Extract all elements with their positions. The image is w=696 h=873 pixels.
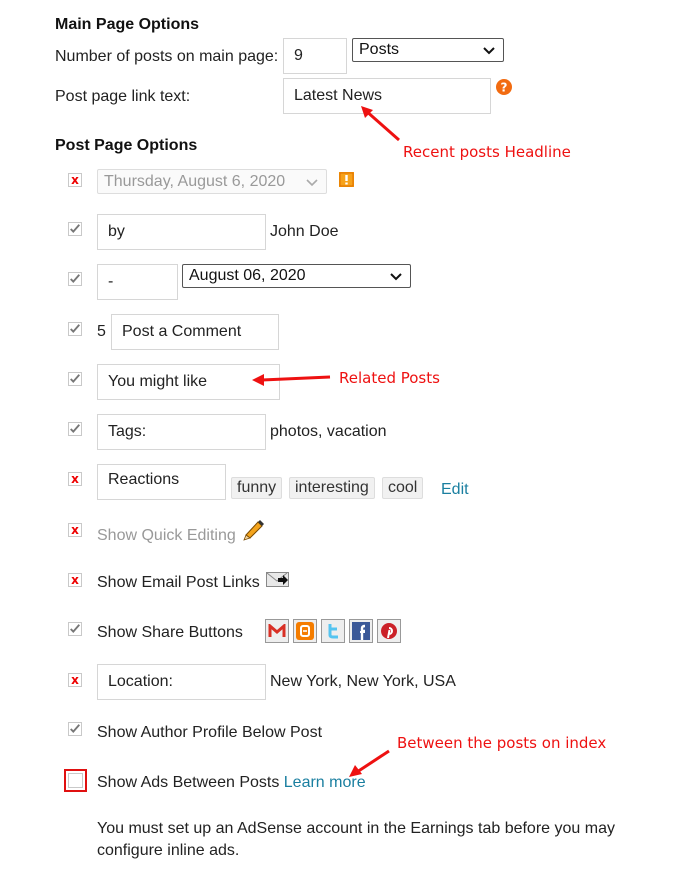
checkmark-icon bbox=[70, 224, 80, 233]
reactions-label-input[interactable] bbox=[97, 464, 226, 500]
timestamp-format-selected: August 06, 2020 bbox=[189, 267, 306, 284]
author-name: John Doe bbox=[270, 223, 339, 240]
comments-checkbox[interactable] bbox=[68, 322, 82, 336]
pinterest-icon bbox=[377, 619, 401, 643]
reaction-chip: cool bbox=[382, 477, 424, 499]
location-value: New York, New York, USA bbox=[270, 673, 456, 690]
date-header-checkbox[interactable]: x bbox=[68, 173, 82, 187]
labels-prefix-input[interactable] bbox=[97, 414, 266, 450]
reactions-checkbox[interactable]: x bbox=[68, 472, 82, 486]
author-profile-label: Show Author Profile Below Post bbox=[97, 724, 323, 741]
labels-checkbox[interactable] bbox=[68, 422, 82, 436]
location-prefix-input[interactable] bbox=[97, 664, 266, 700]
checkmark-icon bbox=[70, 624, 80, 633]
quick-editing-label: Show Quick Editing bbox=[97, 527, 236, 544]
annotation-arrow-recent bbox=[361, 106, 400, 142]
date-header-select: Thursday, August 6, 2020 bbox=[97, 169, 327, 194]
chevron-down-icon bbox=[390, 273, 402, 281]
checkmark-icon bbox=[70, 724, 80, 733]
location-checkbox[interactable]: x bbox=[68, 673, 82, 687]
ads-label-row: Show Ads Between Posts Learn more bbox=[97, 774, 366, 792]
adsense-notice: You must set up an AdSense account in th… bbox=[97, 820, 615, 859]
svg-text:?: ? bbox=[501, 81, 508, 95]
blogger-icon bbox=[293, 619, 317, 643]
posts-unit-select[interactable]: Posts bbox=[352, 38, 504, 62]
related-posts-checkbox[interactable] bbox=[68, 372, 82, 386]
timestamp-format-select[interactable]: August 06, 2020 bbox=[182, 264, 411, 288]
annotation-recent-posts: Recent posts Headline bbox=[403, 143, 571, 161]
posts-count-input[interactable] bbox=[283, 38, 347, 74]
quick-editing-checkbox[interactable]: x bbox=[68, 523, 82, 537]
comments-label-input[interactable] bbox=[111, 314, 279, 350]
chevron-down-icon bbox=[306, 178, 318, 186]
ads-label: Show Ads Between Posts bbox=[97, 774, 280, 791]
annotation-arrow-related bbox=[252, 374, 331, 386]
checkmark-icon bbox=[70, 374, 80, 383]
author-checkbox[interactable] bbox=[68, 222, 82, 236]
ads-checkbox[interactable] bbox=[68, 773, 83, 788]
timestamp-checkbox[interactable] bbox=[68, 272, 82, 286]
pencil-icon bbox=[243, 520, 264, 541]
author-profile-checkbox[interactable] bbox=[68, 722, 82, 736]
email-links-label: Show Email Post Links bbox=[97, 574, 260, 591]
main-page-options-heading: Main Page Options bbox=[55, 16, 200, 33]
ads-checkbox-highlight bbox=[64, 769, 87, 792]
annotation-related-posts: Related Posts bbox=[339, 369, 440, 387]
reaction-chip: interesting bbox=[289, 477, 375, 499]
chevron-down-icon bbox=[483, 47, 495, 55]
email-forward-icon bbox=[266, 572, 289, 587]
date-header-selected: Thursday, August 6, 2020 bbox=[104, 172, 286, 190]
post-page-options-heading: Post Page Options bbox=[55, 137, 198, 154]
checkmark-icon bbox=[70, 424, 80, 433]
share-buttons-label: Show Share Buttons bbox=[97, 624, 243, 641]
reaction-chip: funny bbox=[231, 477, 283, 499]
gmail-icon bbox=[265, 619, 289, 643]
labels-values: photos, vacation bbox=[270, 423, 387, 440]
reactions-edit-link[interactable]: Edit bbox=[441, 481, 469, 499]
annotation-arrow-between bbox=[349, 749, 390, 777]
posts-unit-selected: Posts bbox=[359, 41, 400, 58]
comments-count: 5 bbox=[97, 323, 106, 340]
checkmark-icon bbox=[70, 324, 80, 333]
email-links-checkbox[interactable]: x bbox=[68, 573, 82, 587]
checkmark-icon bbox=[70, 274, 80, 283]
share-buttons-checkbox[interactable] bbox=[68, 622, 82, 636]
post-link-label: Post page link text: bbox=[55, 88, 191, 105]
twitter-icon bbox=[321, 619, 345, 643]
author-prefix-input[interactable] bbox=[97, 214, 266, 250]
question-mark-icon[interactable]: ? bbox=[496, 79, 512, 95]
facebook-icon bbox=[349, 619, 373, 643]
timestamp-prefix-input[interactable] bbox=[97, 264, 178, 300]
posts-count-label: Number of posts on main page: bbox=[55, 48, 279, 65]
exclamation-icon bbox=[339, 172, 354, 187]
annotation-between-posts: Between the posts on index bbox=[397, 734, 607, 752]
